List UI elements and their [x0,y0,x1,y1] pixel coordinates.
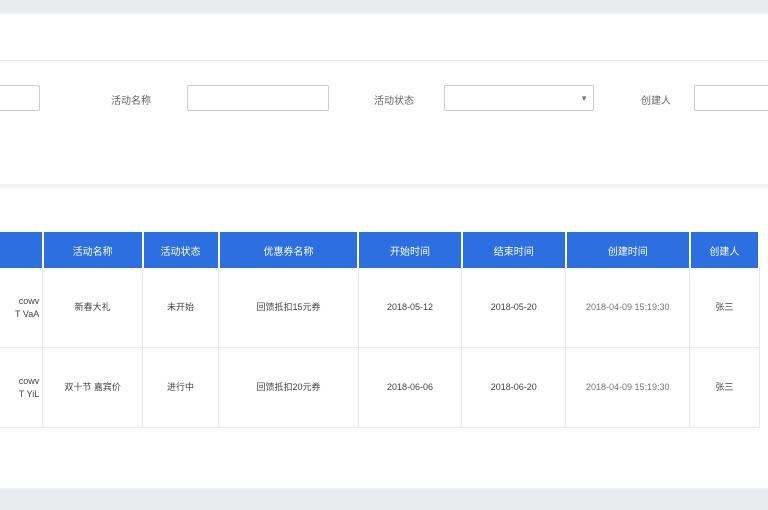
start-time-cell: 2018-06-06 [358,347,463,428]
filter-panel: 活动名称 活动状态 ▼ 创建人 [0,14,768,184]
created-time-cell: 2018-04-09 15:19:30 [565,268,691,348]
column-header[interactable]: 优惠券名称 [218,232,360,268]
activity-name-cell: 双十节 嘉宾价 [42,347,144,428]
results-table: 活动名称 活动状态 优惠券名称 开始时间 结束时间 创建时间 创建人 cowv … [0,232,761,428]
column-header[interactable]: 开始时间 [358,232,463,268]
bottom-bar [0,490,768,510]
column-header[interactable]: 活动名称 [42,232,144,268]
end-time-cell: 2018-05-20 [461,268,567,348]
chevron-down-icon: ▼ [580,94,588,103]
start-time-cell: 2018-05-12 [358,268,463,348]
column-header[interactable]: 创建时间 [565,232,691,268]
table-row[interactable]: cowv T VaA 新春大礼 未开始 回馈抵扣15元券 2018-05-12 … [0,268,760,348]
column-header[interactable]: 结束时间 [461,232,567,268]
filter-divider [0,60,768,61]
creator-cell: 张三 [689,268,760,348]
activity-code-cell: cowv T YiL [0,347,44,428]
activity-status-select[interactable]: ▼ [444,85,594,111]
activity-code-cell: cowv T VaA [0,268,44,348]
activity-status-label: 活动状态 [374,96,414,107]
column-header[interactable] [0,232,44,268]
coupon-name-cell: 回馈抵扣15元券 [218,268,359,348]
activity-name-label: 活动名称 [111,96,151,107]
activity-status-cell: 进行中 [142,347,219,428]
activity-name-cell: 新春大礼 [42,268,144,348]
column-header[interactable]: 活动状态 [142,232,220,268]
creator-input[interactable] [694,85,768,111]
column-header[interactable]: 创建人 [689,232,761,268]
table-row[interactable]: cowv T YiL 双十节 嘉宾价 进行中 回馈抵扣20元券 2018-06-… [0,347,760,428]
filter-input-partial[interactable] [0,85,40,111]
creator-label: 创建人 [641,96,671,107]
results-panel: 活动名称 活动状态 优惠券名称 开始时间 结束时间 创建时间 创建人 cowv … [0,188,768,488]
activity-name-input[interactable] [187,85,329,111]
table-header-row: 活动名称 活动状态 优惠券名称 开始时间 结束时间 创建时间 创建人 [0,232,761,268]
activity-status-cell: 未开始 [142,268,219,348]
end-time-cell: 2018-06-20 [461,347,567,428]
coupon-name-cell: 回馈抵扣20元券 [218,347,359,428]
creator-cell: 张三 [689,347,760,428]
top-bar [0,0,768,12]
created-time-cell: 2018-04-09 15:19:30 [565,347,691,428]
